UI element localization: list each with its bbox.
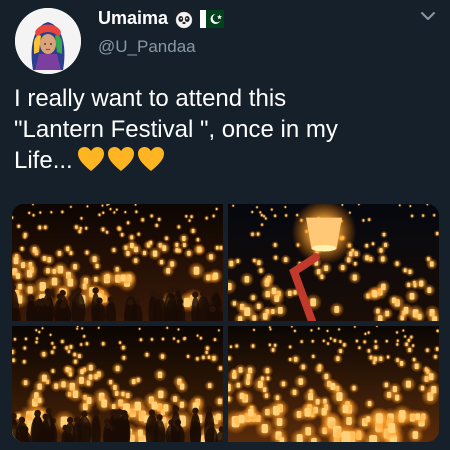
tweet-text-line: Life... xyxy=(14,145,444,176)
tweet: Umaima @U_Pandaa I really want to attend… xyxy=(0,0,450,450)
hearts-group xyxy=(77,146,165,172)
display-name[interactable]: Umaima xyxy=(98,8,225,29)
photo-grid xyxy=(12,204,439,442)
user-handle[interactable]: @U_Pandaa xyxy=(98,37,196,57)
lantern-photo-4[interactable] xyxy=(228,326,439,442)
yellow-heart-icon xyxy=(77,147,104,171)
yellow-heart-icon xyxy=(137,147,164,171)
yellow-heart-icon xyxy=(107,147,134,171)
lantern-photo-3[interactable] xyxy=(12,326,223,442)
lantern-photo-2[interactable] xyxy=(228,204,439,321)
avatar[interactable] xyxy=(15,8,81,74)
tweet-text-line-end: Life... xyxy=(14,147,73,174)
tweet-text-line: "Lantern Festival ", once in my xyxy=(14,116,338,143)
tweet-text-line: I really want to attend this xyxy=(14,85,287,112)
panda-face-icon xyxy=(174,9,194,29)
tweet-text: I really want to attend this "Lantern Fe… xyxy=(14,83,444,176)
display-name-text: Umaima xyxy=(98,8,169,28)
chevron-down-icon[interactable] xyxy=(416,6,440,26)
lantern-photo-1[interactable] xyxy=(12,204,223,321)
pakistan-flag-icon xyxy=(200,9,225,28)
